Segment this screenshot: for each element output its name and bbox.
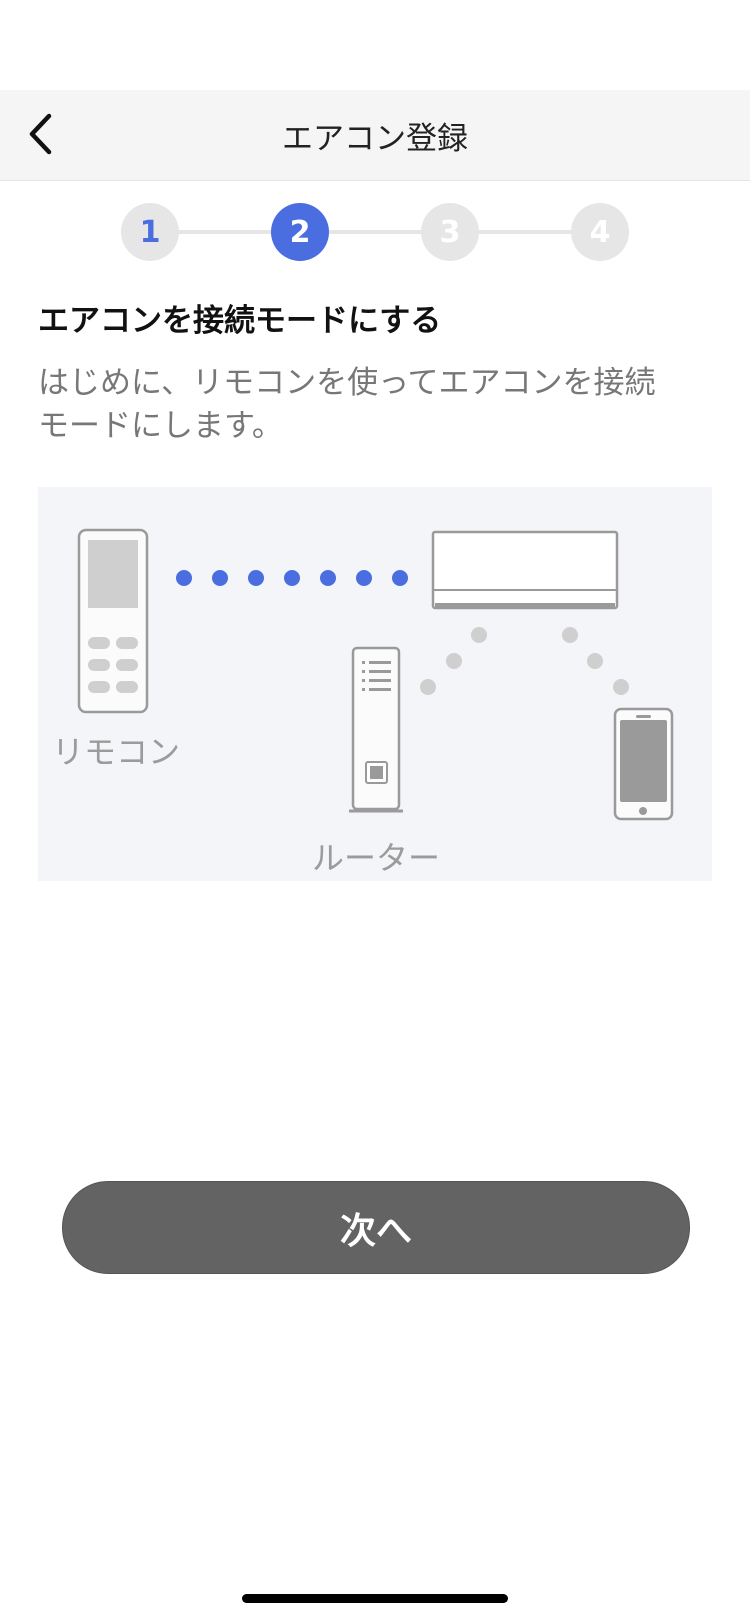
signal-dots-remote-to-ac [176,570,408,586]
smartphone-icon [613,707,674,821]
step-4: 4 [571,203,629,261]
section-title: エアコンを接続モードにする [38,303,442,339]
step-1: 1 [121,203,179,261]
page-title: エアコン登録 [282,120,468,157]
step-2: 2 [271,203,329,261]
signal-dots-router-to-ac [420,627,487,695]
step-3: 3 [421,203,479,261]
description-line-1: はじめに、リモコンを使ってエアコンを接続 [38,365,656,401]
signal-dots-ac-to-phone [562,627,629,695]
home-indicator[interactable] [242,1594,508,1603]
nav-header: エアコン登録 [0,90,750,181]
router-icon [349,646,403,813]
description: はじめに、リモコンを使ってエアコンを接続 モードにします。 [38,362,718,448]
remote-control-icon [77,528,149,714]
router-label: ルーター [311,839,440,877]
illustration-canvas [77,528,674,821]
stepper-track [150,230,600,234]
next-button[interactable]: 次へ [62,1181,690,1274]
remote-label: リモコン [51,733,180,771]
connection-illustration: リモコン ルーター [38,487,712,881]
air-conditioner-icon [431,530,619,610]
description-line-2: モードにします。 [38,408,283,444]
progress-stepper: 1 2 3 4 [0,200,750,264]
